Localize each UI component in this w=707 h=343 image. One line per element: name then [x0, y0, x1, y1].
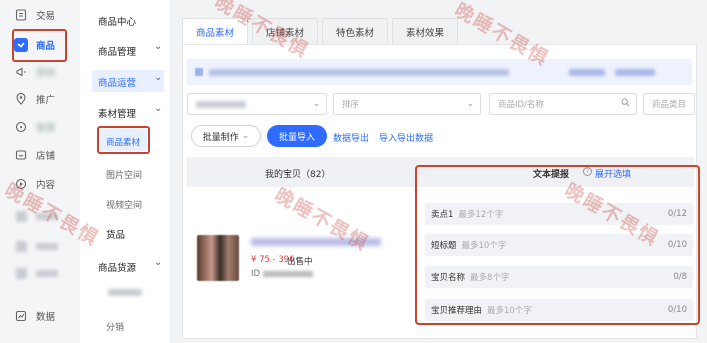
search-icon[interactable] — [621, 98, 630, 110]
field-label: 宝贝推荐理由 — [431, 306, 483, 316]
product-thumbnail[interactable] — [197, 235, 239, 281]
rail-item-blurred-3[interactable] — [14, 262, 74, 284]
nav-partial-goods[interactable]: 货品 — [106, 227, 125, 241]
nav-distribution[interactable]: 分销 — [106, 320, 124, 333]
field-placeholder: 最多8个字 — [470, 273, 510, 283]
rail-label: 推广 — [36, 95, 56, 106]
nav-material-manage[interactable]: 素材管理 — [98, 103, 162, 120]
secondary-nav: 商品中心 商品管理 商品运营 素材管理 商品素材 图片空间 视频空间 货品 商品… — [80, 0, 170, 343]
material-panel: ⌄ 排序 ⌄ 商品ID/名称 商品类目 批量制作 ⌄ 批量导入 数据导出 导入导… — [182, 44, 700, 339]
field-counter: 0/8 — [673, 272, 687, 282]
tab-material-effect[interactable]: 素材效果 — [392, 18, 459, 44]
field-label: 宝贝名称 — [431, 273, 466, 283]
rail-label: 交易 — [36, 11, 56, 22]
nav-image-space[interactable]: 图片空间 — [106, 168, 142, 181]
nav-product-material[interactable]: 商品素材 — [106, 136, 140, 148]
field-counter: 0/12 — [667, 209, 687, 219]
product-icon — [14, 38, 28, 52]
rail-label: 客服 — [36, 123, 56, 134]
service-icon — [14, 120, 28, 134]
field-product-name[interactable]: 宝贝名称 最多8个字 0/8 — [425, 266, 693, 288]
field-recommend-reason[interactable]: 宝贝推荐理由 最多10个字 0/10 — [425, 299, 693, 321]
rail-item-product[interactable]: 商品 — [14, 34, 74, 56]
col-my-baby: 我的宝贝（82） — [265, 170, 331, 180]
field-label: 卖点1 — [431, 210, 454, 220]
batch-make-label: 批量制作 — [202, 132, 239, 143]
field-placeholder: 最多10个字 — [487, 306, 532, 316]
field-placeholder: 最多10个字 — [461, 241, 507, 251]
notice-bar — [187, 59, 692, 85]
shop-icon — [14, 148, 28, 162]
rail-item-service[interactable]: 客服 — [14, 116, 74, 138]
rail-label: 内容 — [36, 180, 56, 191]
rail-item-shop[interactable]: 店铺 — [14, 144, 74, 166]
chart-icon — [14, 309, 28, 323]
product-id-label: ID — [251, 269, 261, 279]
search-placeholder: 商品ID/名称 — [498, 100, 544, 110]
import-export-data-link[interactable]: 导入导出数据 — [379, 131, 433, 144]
tab-special-material[interactable]: 特色素材 — [322, 18, 389, 44]
category-placeholder: 商品类目 — [652, 100, 687, 110]
nav-goods-source[interactable]: 商品货源 — [98, 257, 162, 274]
rail-item-promote[interactable]: 推广 — [14, 88, 74, 110]
chevron-down-icon: ⌄ — [466, 99, 474, 109]
rail-label: 商品 — [36, 41, 56, 52]
rail-label: 营销 — [36, 68, 56, 79]
category-select[interactable]: 商品类目 — [643, 93, 695, 115]
sort-select[interactable]: 排序 ⌄ — [333, 93, 481, 115]
batch-make-button[interactable]: 批量制作 ⌄ — [191, 125, 261, 147]
product-status: 出售中 — [287, 257, 313, 267]
material-tabs: 商品素材 店铺素材 特色素材 素材效果 — [182, 18, 459, 44]
shop-select[interactable]: ⌄ — [187, 93, 327, 115]
rail-item-trade[interactable]: 交易 — [14, 4, 74, 26]
location-icon — [14, 92, 28, 106]
nav-product-ops[interactable]: 商品运营 — [98, 72, 162, 89]
rail-item-data[interactable]: 数据 — [14, 305, 74, 327]
left-rail: 交易 商品 营销 推广 客服 店铺 内容 数据 — [0, 0, 80, 343]
field-label: 短标题 — [431, 241, 457, 251]
megaphone-icon — [14, 65, 28, 79]
rail-label: 数据 — [36, 312, 56, 323]
product-id-blurred — [263, 271, 313, 277]
chevron-down-icon: ⌄ — [241, 131, 250, 141]
chevron-down-icon: ⌄ — [312, 99, 320, 109]
sort-placeholder: 排序 — [342, 100, 360, 110]
field-counter: 0/10 — [667, 305, 687, 315]
main-content: 商品素材 店铺素材 特色素材 素材效果 ⌄ 排序 ⌄ 商品ID/名称 商品类目 — [170, 0, 707, 343]
nav-product-center[interactable]: 商品中心 — [98, 14, 136, 28]
data-export-link[interactable]: 数据导出 — [333, 131, 369, 144]
rail-item-blurred-2[interactable] — [14, 235, 74, 257]
nav-video-space[interactable]: 视频空间 — [106, 198, 142, 211]
rail-item-marketing[interactable]: 营销 — [14, 61, 74, 83]
field-placeholder: 最多12个字 — [458, 210, 504, 220]
info-icon — [195, 68, 203, 76]
batch-import-button[interactable]: 批量导入 — [267, 125, 327, 147]
field-counter: 0/10 — [667, 240, 687, 250]
search-input[interactable]: 商品ID/名称 — [489, 93, 637, 115]
nav-product-manage[interactable]: 商品管理 — [98, 41, 162, 58]
rail-label: 店铺 — [36, 151, 56, 162]
receipt-icon — [14, 8, 28, 22]
